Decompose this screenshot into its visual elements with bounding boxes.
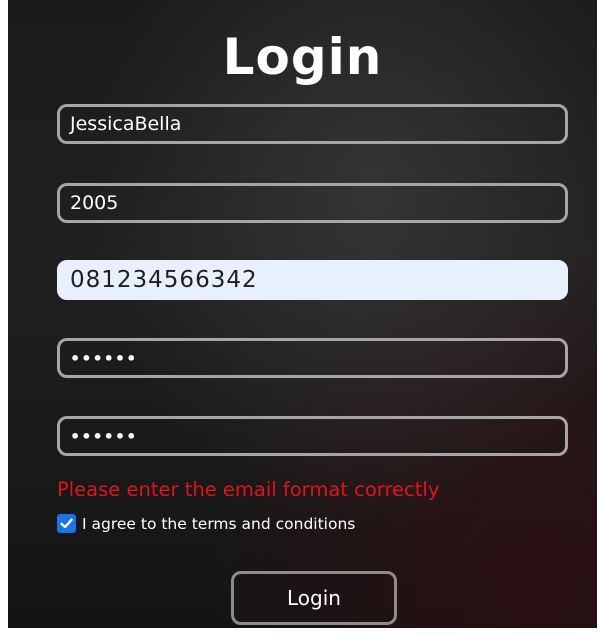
terms-checkbox[interactable] [57, 514, 76, 533]
check-icon [60, 518, 73, 529]
phone-field[interactable]: 081234566342 [57, 260, 568, 300]
page-title: Login [222, 28, 383, 86]
username-field[interactable]: JessicaBella [57, 104, 568, 144]
terms-agreement: I agree to the terms and conditions [57, 514, 355, 533]
year-field[interactable]: 2005 [57, 183, 568, 223]
login-button[interactable]: Login [231, 571, 397, 625]
confirm-password-field[interactable]: •••••• [57, 416, 568, 456]
login-panel: Login JessicaBella 2005 081234566342 •••… [8, 0, 597, 628]
password-field[interactable]: •••••• [57, 338, 568, 378]
error-message: Please enter the email format correctly [57, 478, 440, 501]
terms-label: I agree to the terms and conditions [82, 514, 356, 533]
